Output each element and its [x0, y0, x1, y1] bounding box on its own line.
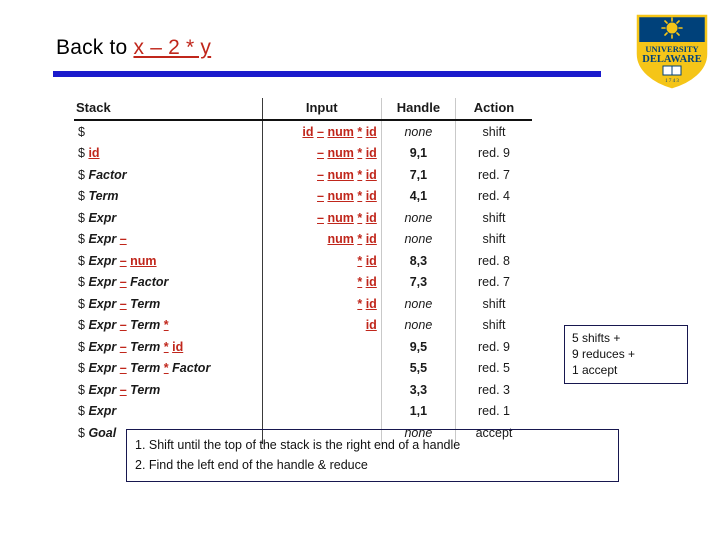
summary-accept-line: 1 accept: [572, 363, 618, 377]
cell-input: num * id: [262, 228, 382, 250]
table-header-row: Stack Input Handle Action: [74, 98, 532, 121]
summary-reduces-line: 9 reduces +: [572, 347, 636, 361]
cell-handle: none: [381, 314, 457, 336]
summary-shifts-line: 5 shifts +: [572, 331, 621, 345]
cell-action: red. 4: [478, 189, 510, 204]
table-row: $ Expr – num * id none shift: [74, 228, 532, 250]
cell-input: – num * id: [262, 207, 382, 229]
cell-action: red. 7: [478, 275, 510, 290]
table-row: $ Expr – Term * id 9,5 red. 9: [74, 336, 532, 358]
cell-action: shift: [482, 210, 506, 225]
cell-stack: $ Expr: [74, 207, 263, 229]
cell-action: red. 9: [478, 146, 510, 161]
column-header-action: Action: [455, 98, 532, 121]
cell-stack: $ Expr –: [74, 228, 263, 250]
counts-summary-box: 5 shifts + 9 reduces + 1 accept: [564, 325, 688, 384]
university-of-delaware-shield-icon: UNIVERSITY DELAWARE 1 7 4 3: [630, 12, 714, 90]
cell-action: shift: [482, 124, 506, 139]
cell-handle: 3,3: [381, 379, 457, 401]
cell-input: * id: [262, 293, 382, 315]
title-underline-rule: [53, 71, 601, 77]
cell-input: [262, 336, 382, 358]
cell-handle: 4,1: [381, 185, 457, 207]
table-row: $ Factor – num * id 7,1 red. 7: [74, 164, 532, 186]
cell-handle: 9,5: [381, 336, 457, 358]
cell-handle: 1,1: [381, 400, 457, 422]
cell-stack: $ Expr – Term: [74, 293, 263, 315]
cell-handle: 7,1: [381, 164, 457, 186]
notes-step-2: 2. Find the left end of the handle & red…: [135, 458, 368, 472]
table-row: $ Expr – Term * id none shift: [74, 293, 532, 315]
cell-handle: none: [381, 293, 457, 315]
table-row: $ Term – num * id 4,1 red. 4: [74, 185, 532, 207]
cell-input: [262, 357, 382, 379]
page-title: Back to x – 2 * y: [56, 36, 211, 60]
cell-input: – num * id: [262, 142, 382, 164]
table-row: $ Expr 1,1 red. 1: [74, 400, 532, 422]
cell-stack: $ Term: [74, 185, 263, 207]
cell-action: red. 7: [478, 167, 510, 182]
cell-stack: $ Expr – Factor: [74, 271, 263, 293]
table-row: $ Expr – Term * Factor 5,5 red. 5: [74, 357, 532, 379]
svg-text:DELAWARE: DELAWARE: [642, 54, 702, 65]
table-row: $ Expr – num * id none shift: [74, 207, 532, 229]
cell-action: red. 9: [478, 339, 510, 354]
cell-action: red. 3: [478, 382, 510, 397]
cell-stack: $ Expr – Term * Factor: [74, 357, 263, 379]
cell-handle: none: [381, 207, 457, 229]
svg-text:1 7 4 3: 1 7 4 3: [665, 79, 679, 84]
column-header-stack: Stack: [74, 98, 263, 121]
svg-text:UNIVERSITY: UNIVERSITY: [645, 44, 698, 54]
cell-stack: $ Expr: [74, 400, 263, 422]
cell-stack: $ Expr – Term: [74, 379, 263, 401]
notes-step-1: 1. Shift until the top of the stack is t…: [135, 438, 461, 452]
cell-handle: 9,1: [381, 142, 457, 164]
cell-stack: $ Factor: [74, 164, 263, 186]
cell-stack: $ Expr – Term *: [74, 314, 263, 336]
table-row: $ Expr – Factor * id 7,3 red. 7: [74, 271, 532, 293]
cell-input: id: [262, 314, 382, 336]
cell-stack: $ Expr – num: [74, 250, 263, 272]
cell-input: – num * id: [262, 164, 382, 186]
cell-stack: $ id: [74, 142, 263, 164]
algorithm-notes-box: 1. Shift until the top of the stack is t…: [126, 429, 619, 482]
cell-action: shift: [482, 296, 506, 311]
cell-input: [262, 400, 382, 422]
cell-action: red. 8: [478, 253, 510, 268]
parse-trace-table: Stack Input Handle Action $ id – num * id…: [74, 98, 532, 444]
page-title-expression: x – 2 * y: [133, 36, 212, 59]
table-row: $ Expr – num * id 8,3 red. 8: [74, 250, 532, 272]
cell-handle: 7,3: [381, 271, 457, 293]
page-title-prefix: Back to: [56, 36, 134, 59]
cell-handle: 8,3: [381, 250, 457, 272]
column-header-handle: Handle: [381, 98, 457, 121]
cell-input: [262, 379, 382, 401]
cell-action: red. 1: [478, 404, 510, 419]
table-row: $ id – num * id none shift: [74, 120, 532, 143]
cell-handle: none: [381, 120, 457, 143]
cell-input: * id: [262, 250, 382, 272]
cell-input: id – num * id: [262, 120, 382, 143]
cell-handle: none: [381, 228, 457, 250]
table-row: $ Expr – Term * id none shift: [74, 314, 532, 336]
cell-action: shift: [482, 232, 506, 247]
cell-action: shift: [482, 318, 506, 333]
cell-input: – num * id: [262, 185, 382, 207]
cell-input: * id: [262, 271, 382, 293]
cell-stack: $ Expr – Term * id: [74, 336, 263, 358]
table-row: $ Expr – Term 3,3 red. 3: [74, 379, 532, 401]
column-header-input: Input: [262, 98, 382, 121]
cell-handle: 5,5: [381, 357, 457, 379]
cell-stack: $: [74, 120, 263, 143]
table-row: $ id – num * id 9,1 red. 9: [74, 142, 532, 164]
cell-action: red. 5: [478, 361, 510, 376]
